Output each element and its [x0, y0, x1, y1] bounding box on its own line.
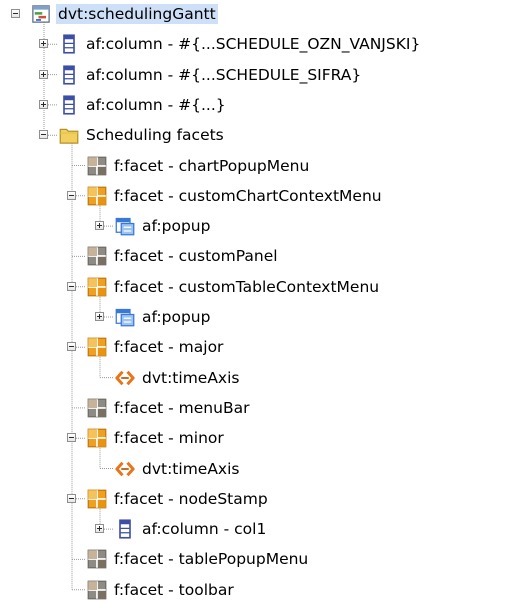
facet-empty-icon	[87, 246, 107, 266]
tree-node-label: af:column - #{...}	[86, 95, 226, 114]
facet-empty-icon	[87, 156, 107, 176]
tree-node-label: af:popup	[142, 308, 211, 326]
column-icon	[59, 65, 79, 85]
tree-node[interactable]: f:facet - customPanel	[87, 246, 280, 266]
folder-icon	[59, 125, 79, 145]
expand-toggle[interactable]	[39, 39, 48, 49]
tree-node-label: f:facet - menuBar	[114, 398, 250, 417]
tree-node[interactable]: f:facet - toolbar	[87, 580, 236, 600]
tree-node[interactable]: f:facet - tablePopupMenu	[87, 549, 310, 569]
tree-node[interactable]: f:facet - nodeStamp	[87, 489, 270, 509]
tree-node[interactable]: f:facet - customChartContextMenu	[87, 186, 384, 206]
tree-node-label: dvt:timeAxis	[142, 459, 240, 478]
tree-node[interactable]: f:facet - chartPopupMenu	[87, 156, 311, 176]
popup-icon	[115, 216, 135, 236]
collapse-toggle[interactable]	[67, 433, 76, 443]
tree-node-label: f:facet - tablePopupMenu	[114, 550, 309, 569]
tree-node[interactable]: af:column - #{...SCHEDULE_SIFRA}	[59, 65, 363, 85]
tree-node-label: dvt:schedulingGantt	[56, 4, 218, 24]
expand-toggle[interactable]	[39, 99, 48, 109]
tree-node[interactable]: af:column - #{...}	[59, 95, 228, 115]
expand-toggle[interactable]	[39, 69, 48, 79]
facet-icon	[87, 428, 107, 448]
tree-node[interactable]: Scheduling facets	[59, 125, 226, 145]
tree-node-label: f:facet - customChartContextMenu	[114, 186, 382, 205]
facet-icon	[87, 277, 107, 297]
component-tree: dvt:schedulingGantt af:column - #{...SCHE…	[0, 0, 512, 609]
tree-node[interactable]: f:facet - minor	[87, 428, 226, 448]
tree-node-label: f:facet - chartPopupMenu	[114, 156, 310, 175]
expand-toggle[interactable]	[95, 524, 104, 534]
tree-node-label: dvt:timeAxis	[142, 368, 240, 387]
tree-node-label: f:facet - customTableContextMenu	[114, 277, 380, 296]
collapse-toggle[interactable]	[39, 130, 48, 140]
facet-icon	[87, 186, 107, 206]
collapse-toggle[interactable]	[11, 9, 20, 18]
tree-node-label: af:column - col1	[142, 520, 267, 539]
facet-icon	[87, 337, 107, 357]
tree-node[interactable]: f:facet - customTableContextMenu	[87, 277, 381, 297]
time-axis-icon	[115, 459, 135, 479]
tree-node[interactable]: f:facet - menuBar	[87, 398, 251, 418]
tree-node[interactable]: dvt:timeAxis	[115, 459, 242, 479]
facet-empty-icon	[87, 580, 107, 600]
tree-node-label: af:popup	[142, 217, 211, 236]
facet-empty-icon	[87, 549, 107, 569]
tree-node[interactable]: af:popup	[115, 307, 212, 327]
expand-toggle[interactable]	[95, 221, 104, 231]
gantt-icon	[31, 4, 51, 24]
tree-node-label: f:facet - nodeStamp	[114, 489, 268, 508]
column-icon	[115, 519, 135, 539]
expand-toggle[interactable]	[95, 312, 104, 321]
facet-empty-icon	[87, 398, 107, 418]
column-icon	[59, 34, 79, 54]
tree-node-label: f:facet - customPanel	[114, 247, 278, 266]
tree-node[interactable]: dvt:schedulingGantt	[31, 4, 218, 24]
tree-node-label: Scheduling facets	[86, 126, 224, 145]
tree-node[interactable]: af:column - col1	[115, 519, 268, 539]
time-axis-icon	[115, 368, 135, 388]
tree-node[interactable]: dvt:timeAxis	[115, 368, 242, 388]
tree-node-label: f:facet - major	[114, 338, 224, 357]
collapse-toggle[interactable]	[67, 493, 76, 503]
column-icon	[59, 95, 79, 115]
tree-connector-lines	[43, 20, 114, 591]
popup-icon	[115, 307, 135, 327]
collapse-toggle[interactable]	[67, 342, 76, 352]
tree-node-label: af:column - #{...SCHEDULE_SIFRA}	[86, 65, 362, 84]
tree-node[interactable]: af:column - #{...SCHEDULE_OZN_VANJSKI}	[59, 34, 422, 54]
tree-node[interactable]: af:popup	[115, 216, 212, 236]
tree-node-label: af:column - #{...SCHEDULE_OZN_VANJSKI}	[86, 35, 421, 54]
tree-node-label: f:facet - toolbar	[114, 580, 234, 599]
tree-node-label: f:facet - minor	[114, 429, 224, 448]
tree-node[interactable]: f:facet - major	[87, 337, 225, 357]
collapse-toggle[interactable]	[67, 281, 76, 291]
facet-icon	[87, 489, 107, 509]
collapse-toggle[interactable]	[67, 190, 76, 200]
